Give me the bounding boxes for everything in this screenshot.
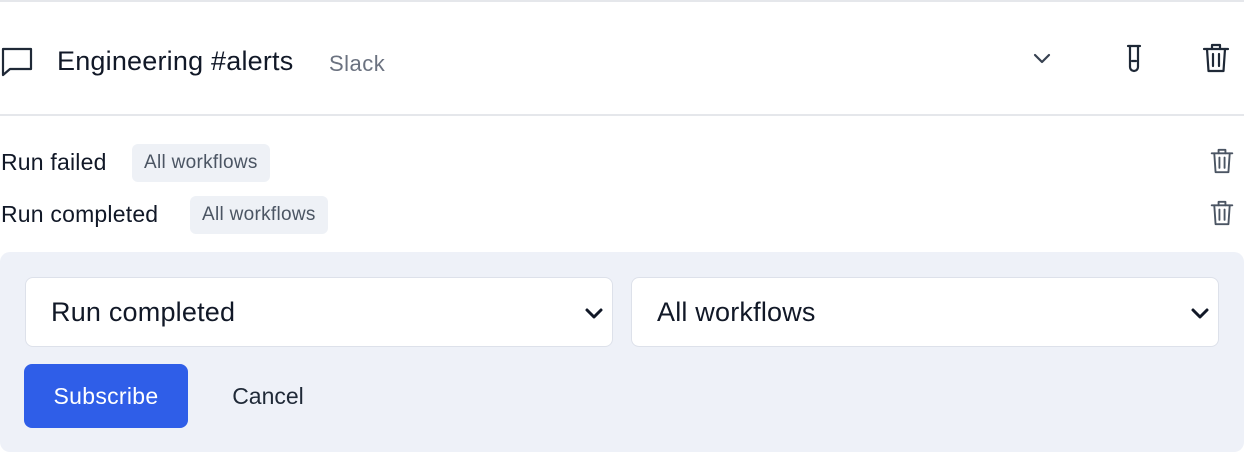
subscription-event: Run failed [1,149,107,175]
trash-icon [1210,147,1234,180]
chevron-down-icon [582,301,606,325]
expand-button[interactable] [1022,40,1062,80]
event-select[interactable]: Run completed [25,277,613,347]
trash-icon [1210,199,1234,232]
channel-name: Engineering #alerts [57,46,294,76]
new-subscription-form: Run completed All workflows Subscribe Ca… [0,252,1244,452]
test-notification-button[interactable] [1114,40,1154,80]
trash-icon [1202,42,1230,79]
subscribe-button[interactable]: Subscribe [24,364,188,428]
delete-subscription-button[interactable] [1206,147,1238,179]
delete-channel-button[interactable] [1196,40,1236,80]
channel-header: Engineering #alerts Slack [0,2,1244,114]
subscription-row: Run completed All workflows [0,195,1244,235]
cancel-button[interactable]: Cancel [210,364,326,428]
chevron-down-icon [1031,47,1053,74]
event-select-value: Run completed [51,296,236,327]
subscription-scope-badge: All workflows [132,144,270,182]
header-divider [0,114,1244,116]
chat-bubble-icon [0,44,34,78]
subscription-event: Run completed [1,201,159,227]
subscription-row: Run failed All workflows [0,143,1244,183]
channel-type: Slack [329,51,386,76]
chevron-down-icon [1188,301,1212,325]
subscription-scope-badge: All workflows [190,196,328,234]
delete-subscription-button[interactable] [1206,199,1238,231]
workflow-select[interactable]: All workflows [631,277,1219,347]
test-tube-icon [1124,43,1144,78]
workflow-select-value: All workflows [657,296,816,327]
